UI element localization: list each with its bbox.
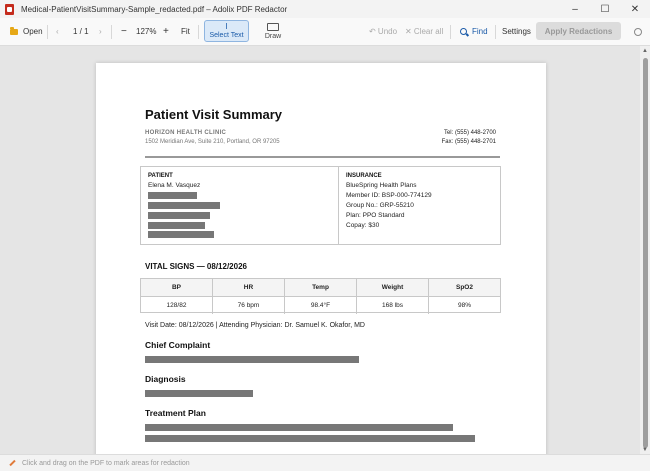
- vitals-header-cell: Temp: [285, 279, 357, 296]
- patient-insurance-box: PATIENT Elena M. Vasquez INSURANCE BlueS…: [140, 166, 501, 245]
- redaction-box[interactable]: [148, 231, 214, 238]
- clinic-fax: Fax: (555) 448-2701: [441, 139, 496, 145]
- rectangle-icon: [267, 23, 279, 31]
- window-controls: – ☐ ✕: [560, 0, 650, 18]
- document-canvas[interactable]: Patient Visit Summary HORIZON HEALTH CLI…: [0, 46, 640, 454]
- chief-complaint-heading: Chief Complaint: [145, 340, 211, 350]
- vitals-header-cell: HR: [213, 279, 285, 296]
- toolbar-divider: [47, 25, 48, 39]
- scroll-down-icon[interactable]: ▼: [642, 447, 648, 453]
- redaction-box[interactable]: [145, 390, 253, 397]
- draw-label: Draw: [264, 33, 282, 40]
- redaction-box[interactable]: [145, 356, 359, 363]
- prev-page-button[interactable]: ‹: [56, 18, 59, 45]
- document-title: Patient Visit Summary: [145, 107, 283, 122]
- zoom-level: 127%: [136, 27, 157, 36]
- clinic-phone: Tel: (555) 448-2700: [443, 130, 496, 136]
- toolbar: Open ‹ 1 / 1 › − 127% + Fit I Select Tex…: [0, 18, 650, 46]
- redaction-box[interactable]: [148, 222, 205, 229]
- redaction-box[interactable]: [145, 435, 475, 442]
- text-cursor-icon: I: [225, 22, 228, 31]
- redaction-box[interactable]: [145, 424, 453, 431]
- vitals-value-cell: 168 lbs: [357, 297, 429, 314]
- scrollbar-thumb[interactable]: [643, 58, 648, 448]
- select-text-label: Select Text: [209, 32, 244, 39]
- open-label: Open: [23, 27, 43, 36]
- toolbar-divider: [495, 25, 496, 39]
- undo-button[interactable]: ↶ Undo: [369, 18, 397, 45]
- find-button[interactable]: Find: [460, 18, 488, 45]
- vitals-header-row: BP HR Temp Weight SpO2: [141, 279, 500, 297]
- insurance-line: Copay: $30: [346, 222, 380, 229]
- close-button[interactable]: ✕: [620, 0, 650, 18]
- fit-button[interactable]: Fit: [181, 18, 190, 45]
- title-bar: Medical-PatientVisitSummary-Sample_redac…: [0, 0, 650, 18]
- toolbar-divider: [198, 25, 199, 39]
- vitals-heading: VITAL SIGNS — 08/12/2026: [145, 262, 247, 271]
- folder-icon: [10, 26, 18, 35]
- pdf-page[interactable]: Patient Visit Summary HORIZON HEALTH CLI…: [96, 63, 546, 454]
- history-button[interactable]: [634, 18, 642, 45]
- treatment-plan-heading: Treatment Plan: [145, 408, 206, 418]
- redaction-box[interactable]: [148, 192, 197, 199]
- header-rule: [145, 156, 500, 158]
- status-hint: Click and drag on the PDF to mark areas …: [22, 459, 190, 467]
- search-icon: [460, 28, 467, 35]
- clinic-address: 1502 Meridian Ave, Suite 210, Portland, …: [145, 139, 280, 145]
- app-window: Medical-PatientVisitSummary-Sample_redac…: [0, 0, 650, 471]
- vitals-header-cell: SpO2: [456, 284, 473, 291]
- redaction-box[interactable]: [148, 202, 220, 209]
- open-button[interactable]: Open: [10, 18, 43, 45]
- clock-icon: [634, 27, 642, 36]
- zoom-out-button[interactable]: −: [121, 18, 127, 45]
- window-title: Medical-PatientVisitSummary-Sample_redac…: [21, 4, 288, 14]
- find-label: Find: [472, 27, 488, 36]
- vitals-value-cell: 76 bpm: [213, 297, 285, 314]
- maximize-button[interactable]: ☐: [590, 0, 620, 18]
- vitals-value-cell: 128/82: [141, 297, 213, 314]
- draw-tool-button[interactable]: Draw: [258, 21, 288, 42]
- clear-all-button[interactable]: ✕ Clear all: [405, 18, 443, 45]
- insurance-heading: INSURANCE: [346, 173, 382, 179]
- page-indicator: 1 / 1: [73, 27, 89, 36]
- insurance-line: Group No.: GRP-55210: [346, 202, 414, 209]
- vitals-header-cell: BP: [141, 279, 213, 296]
- apply-redactions-button[interactable]: Apply Redactions: [536, 22, 621, 40]
- patient-heading: PATIENT: [148, 173, 173, 179]
- settings-button[interactable]: Settings: [502, 18, 531, 45]
- insurance-line: Member ID: BSP-000-774129: [346, 192, 432, 199]
- vitals-header-cell: Weight: [357, 279, 429, 296]
- pdf-app-icon: [5, 3, 14, 15]
- toolbar-divider: [450, 25, 451, 39]
- select-text-tool-button[interactable]: I Select Text: [204, 20, 249, 42]
- redaction-box[interactable]: [148, 212, 210, 219]
- zoom-in-button[interactable]: +: [163, 18, 169, 45]
- visit-info-line: Visit Date: 08/12/2026 | Attending Physi…: [145, 322, 365, 329]
- clinic-name: HORIZON HEALTH CLINIC: [145, 130, 227, 136]
- insurance-line: BlueSpring Health Plans: [346, 182, 417, 189]
- pencil-icon: [9, 459, 16, 467]
- scroll-up-icon[interactable]: ▲: [642, 48, 648, 54]
- next-page-button[interactable]: ›: [99, 18, 102, 45]
- vitals-value-row: 128/82 76 bpm 98.4°F 168 lbs 98%: [141, 297, 500, 314]
- status-bar: Click and drag on the PDF to mark areas …: [0, 454, 650, 471]
- vitals-value-cell: 98%: [457, 302, 471, 309]
- toolbar-divider: [111, 25, 112, 39]
- box-divider: [338, 167, 339, 244]
- vitals-table: BP HR Temp Weight SpO2 128/82 76 bpm 98.…: [140, 278, 501, 314]
- diagnosis-heading: Diagnosis: [145, 374, 186, 384]
- insurance-line: Plan: PPO Standard: [346, 212, 405, 219]
- minimize-button[interactable]: –: [560, 0, 590, 18]
- vitals-value-cell: 98.4°F: [285, 297, 357, 314]
- patient-name: Elena M. Vasquez: [148, 182, 201, 189]
